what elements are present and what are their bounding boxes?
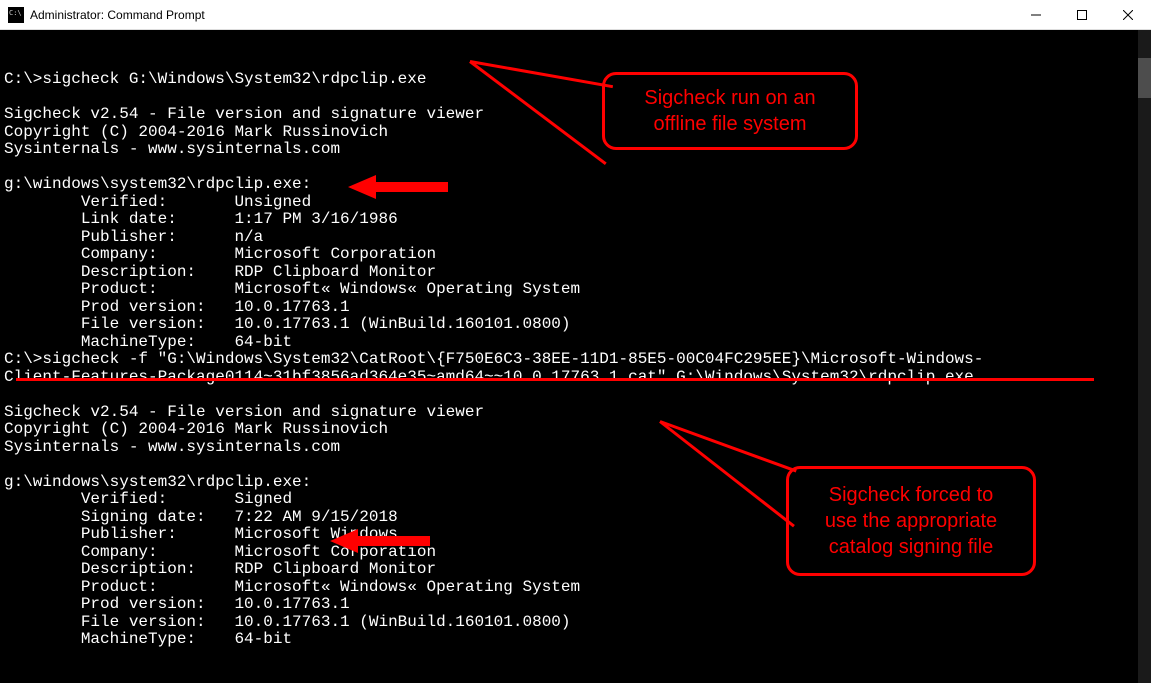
file2-machinetype: MachineType: 64-bit: [4, 630, 292, 648]
annotation-callout-2: Sigcheck forced to use the appropriate c…: [786, 466, 1036, 576]
annotation-arrow-unsigned: [348, 173, 448, 201]
file2-product: Product: Microsoft« Windows« Operating S…: [4, 578, 580, 596]
blank-line: [4, 53, 14, 71]
scrollbar-thumb[interactable]: [1138, 58, 1151, 98]
file1-path: g:\windows\system32\rdpclip.exe:: [4, 175, 311, 193]
window-controls: [1013, 0, 1151, 29]
annotation-arrow-signed: [330, 527, 430, 555]
annotation-callout-1: Sigcheck run on an offline file system: [602, 72, 858, 150]
command-2a: sigcheck -f "G:\Windows\System32\CatRoot…: [42, 350, 983, 368]
vertical-scrollbar[interactable]: [1138, 30, 1151, 683]
console-area: C:\>sigcheck G:\Windows\System32\rdpclip…: [0, 30, 1151, 683]
banner-line-1: Sigcheck v2.54 - File version and signat…: [4, 105, 484, 123]
file1-company: Company: Microsoft Corporation: [4, 245, 436, 263]
file2-prodversion: Prod version: 10.0.17763.1: [4, 595, 350, 613]
file1-description: Description: RDP Clipboard Monitor: [4, 263, 436, 281]
prompt: C:\>: [4, 70, 42, 88]
file1-machinetype: MachineType: 64-bit: [4, 333, 292, 351]
banner-line-2: Copyright (C) 2004-2016 Mark Russinovich: [4, 123, 388, 141]
file1-prodversion: Prod version: 10.0.17763.1: [4, 298, 350, 316]
annotation-divider: [16, 378, 1094, 381]
file2-verified: Verified: Signed: [4, 490, 292, 508]
file1-verified: Verified: Unsigned: [4, 193, 311, 211]
close-button[interactable]: [1105, 0, 1151, 30]
file2-path: g:\windows\system32\rdpclip.exe:: [4, 473, 311, 491]
command-1: sigcheck G:\Windows\System32\rdpclip.exe: [42, 70, 426, 88]
file1-product: Product: Microsoft« Windows« Operating S…: [4, 280, 580, 298]
window-titlebar: Administrator: Command Prompt: [0, 0, 1151, 30]
maximize-button[interactable]: [1059, 0, 1105, 30]
command-2b: Client-Features-Package0114~31bf3856ad36…: [4, 368, 974, 386]
file2-fileversion: File version: 10.0.17763.1 (WinBuild.160…: [4, 613, 571, 631]
banner-line-1b: Sigcheck v2.54 - File version and signat…: [4, 403, 484, 421]
banner-line-3: Sysinternals - www.sysinternals.com: [4, 140, 340, 158]
prompt: C:\>: [4, 350, 42, 368]
banner-line-2b: Copyright (C) 2004-2016 Mark Russinovich: [4, 420, 388, 438]
file1-publisher: Publisher: n/a: [4, 228, 263, 246]
terminal-output[interactable]: C:\>sigcheck G:\Windows\System32\rdpclip…: [0, 30, 1138, 683]
cmd-icon: [8, 7, 24, 23]
banner-line-3b: Sysinternals - www.sysinternals.com: [4, 438, 340, 456]
file2-signingdate: Signing date: 7:22 AM 9/15/2018: [4, 508, 398, 526]
minimize-button[interactable]: [1013, 0, 1059, 30]
window-title: Administrator: Command Prompt: [30, 8, 1013, 22]
file1-linkdate: Link date: 1:17 PM 3/16/1986: [4, 210, 398, 228]
file2-description: Description: RDP Clipboard Monitor: [4, 560, 436, 578]
file1-fileversion: File version: 10.0.17763.1 (WinBuild.160…: [4, 315, 571, 333]
